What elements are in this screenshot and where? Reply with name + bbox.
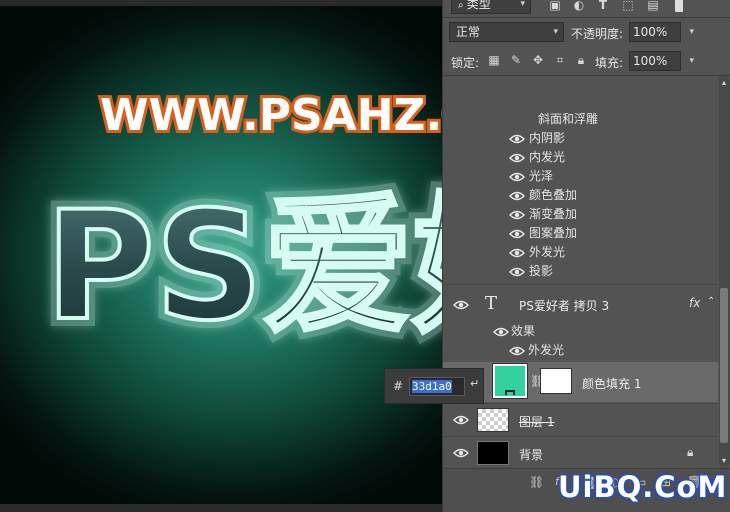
layer-name[interactable]: 图层 1 [519, 413, 554, 430]
layer-mask-thumbnail[interactable] [540, 368, 572, 394]
filter-kind-label: 类型 [466, 0, 491, 11]
type-filter-icon[interactable]: T [596, 0, 610, 12]
effect-label[interactable]: 投影 [529, 262, 553, 281]
site-url-text: WWW.PSAHZ.COM [100, 90, 442, 141]
adjustment-filter-icon[interactable]: ◐ [572, 0, 586, 12]
document-canvas[interactable]: PS爱好 PS爱好 WWW.PSAHZ.COM [0, 0, 442, 512]
scroll-down-arrow-icon[interactable]: ▾ [719, 456, 729, 466]
layer-name[interactable]: PS爱好者 拷贝 3 [519, 297, 609, 314]
effect-row[interactable]: 外发光 [443, 243, 713, 262]
scrollbar-thumb[interactable] [720, 288, 728, 443]
visibility-eye-icon[interactable] [509, 346, 525, 356]
visibility-eye-icon[interactable] [509, 248, 525, 258]
artwork: PS爱好 PS爱好 WWW.PSAHZ.COM [37, 87, 442, 362]
canvas-bottom-frame [0, 504, 442, 512]
lock-label: 锁定: [451, 56, 480, 70]
layer-thumbnail-background[interactable] [477, 441, 509, 465]
effect-row[interactable]: 渐变叠加 [443, 205, 713, 224]
filter-kind-select[interactable]: ⌕ 类型 ▾ [451, 0, 531, 14]
lock-artboard-icon[interactable]: ⌗ [553, 53, 567, 67]
chevron-down-icon: ▾ [689, 56, 694, 66]
art-text: PS爱好 [45, 180, 442, 354]
layer-name[interactable]: 颜色填充 1 [582, 375, 641, 392]
effect-row[interactable]: 光泽 [443, 167, 713, 186]
link-layers-icon[interactable]: ⛓ [529, 475, 544, 489]
visibility-eye-icon[interactable] [509, 229, 525, 239]
effect-label[interactable]: 渐变叠加 [529, 205, 577, 224]
visibility-eye-icon[interactable] [509, 210, 525, 220]
layers-scrollbar[interactable] [719, 76, 729, 466]
blend-mode-label: 正常 [456, 25, 481, 39]
lock-icon: 🔒︎ [687, 445, 694, 459]
effect-label[interactable]: 颜色叠加 [529, 186, 577, 205]
effect-label[interactable]: 外发光 [529, 243, 565, 262]
fx-badge[interactable]: fx [689, 296, 700, 310]
effect-bevel-emboss[interactable]: 斜面和浮雕 [538, 110, 598, 129]
hash-label: # [393, 379, 404, 393]
lock-position-icon[interactable]: ✥ [531, 53, 545, 67]
fill-color-swatch[interactable] [493, 364, 527, 398]
fill-label: 填充: [595, 56, 624, 70]
visibility-eye-icon[interactable] [493, 327, 509, 337]
layer-row-layer1[interactable]: 图层 1 [443, 403, 718, 435]
effect-row[interactable]: 内发光 [443, 148, 713, 167]
visibility-eye-icon[interactable] [509, 153, 525, 163]
effect-row[interactable]: 图案叠加 [443, 224, 713, 243]
layer-row-color-fill[interactable]: ⛓ 颜色填充 1 [443, 362, 718, 402]
layer-thumbnail-transparent[interactable] [477, 408, 509, 432]
smart-object-filter-icon[interactable]: ▤ [646, 0, 660, 12]
opacity-value: 100% [633, 25, 668, 39]
layer-name[interactable]: 背景 [519, 446, 543, 463]
effect-label[interactable]: 内阴影 [529, 129, 565, 148]
lock-paint-icon[interactable]: ✎ [509, 53, 523, 67]
effect-label[interactable]: 光泽 [529, 167, 553, 186]
effect-label[interactable]: 内发光 [529, 148, 565, 167]
effect-row[interactable]: 投影 [443, 262, 713, 281]
chevron-down-icon: ▾ [553, 27, 558, 37]
visibility-eye-icon[interactable] [453, 300, 469, 310]
swap-icon[interactable]: ↵ [470, 377, 479, 390]
effects-list-upper: 斜面和浮雕 内阴影 内发光 光泽 颜色叠加 渐变叠加 图案叠加 外发光 投影 [443, 76, 718, 284]
layers-panel: ⌕ 类型 ▾ ▣ ◐ T ⬚ ▤ 正常 ▾ 不透明度: 100% ▾ 锁定: ▦… [442, 0, 730, 512]
visibility-eye-icon[interactable] [509, 134, 525, 144]
effect-row[interactable]: 内阴影 [443, 129, 713, 148]
fill-input[interactable]: 100% ▾ [629, 51, 694, 71]
filter-row: ⌕ 类型 ▾ ▣ ◐ T ⬚ ▤ [443, 0, 730, 16]
shape-filter-icon[interactable]: ⬚ [621, 0, 635, 12]
visibility-eye-icon[interactable] [453, 448, 469, 458]
search-icon: ⌕ [458, 0, 467, 11]
layer-row-text[interactable]: T PS爱好者 拷贝 3 fx ⌃ [443, 284, 718, 324]
chevron-up-icon[interactable]: ⌃ [707, 296, 715, 307]
effect-outer-glow[interactable]: 外发光 [528, 341, 564, 360]
effect-row[interactable]: 颜色叠加 [443, 186, 713, 205]
pixel-filter-icon[interactable]: ▣ [548, 0, 562, 12]
hex-color-popup: # 33d1a0 ↵ [384, 368, 484, 404]
opacity-label: 不透明度: [571, 27, 624, 41]
blend-mode-select[interactable]: 正常 ▾ [449, 22, 564, 42]
visibility-eye-icon[interactable] [509, 172, 525, 182]
fill-indicator-icon [505, 390, 515, 395]
layer-row-background[interactable]: 背景 🔒︎ [443, 436, 718, 468]
scroll-up-arrow-icon[interactable]: ▴ [719, 78, 729, 88]
effect-label[interactable]: 图案叠加 [529, 224, 577, 243]
visibility-eye-icon[interactable] [509, 191, 525, 201]
hex-color-input[interactable]: 33d1a0 [409, 377, 465, 396]
lock-transparent-icon[interactable]: ▦ [487, 53, 501, 67]
lock-all-icon[interactable]: 🔒︎ [574, 53, 588, 67]
chevron-down-icon: ▾ [520, 0, 525, 9]
divider [443, 17, 730, 18]
chevron-down-icon: ▾ [689, 27, 694, 37]
filter-toggle[interactable] [675, 0, 683, 12]
visibility-eye-icon[interactable] [509, 267, 525, 277]
effects-header[interactable]: 效果 [511, 322, 535, 341]
watermark: UiBQ.CoM [558, 470, 728, 504]
opacity-input[interactable]: 100% ▾ [629, 22, 694, 42]
text-layer-type-icon: T [485, 293, 498, 314]
fill-value: 100% [633, 54, 668, 68]
visibility-eye-icon[interactable] [453, 415, 469, 425]
hex-value-selected: 33d1a0 [412, 380, 452, 393]
